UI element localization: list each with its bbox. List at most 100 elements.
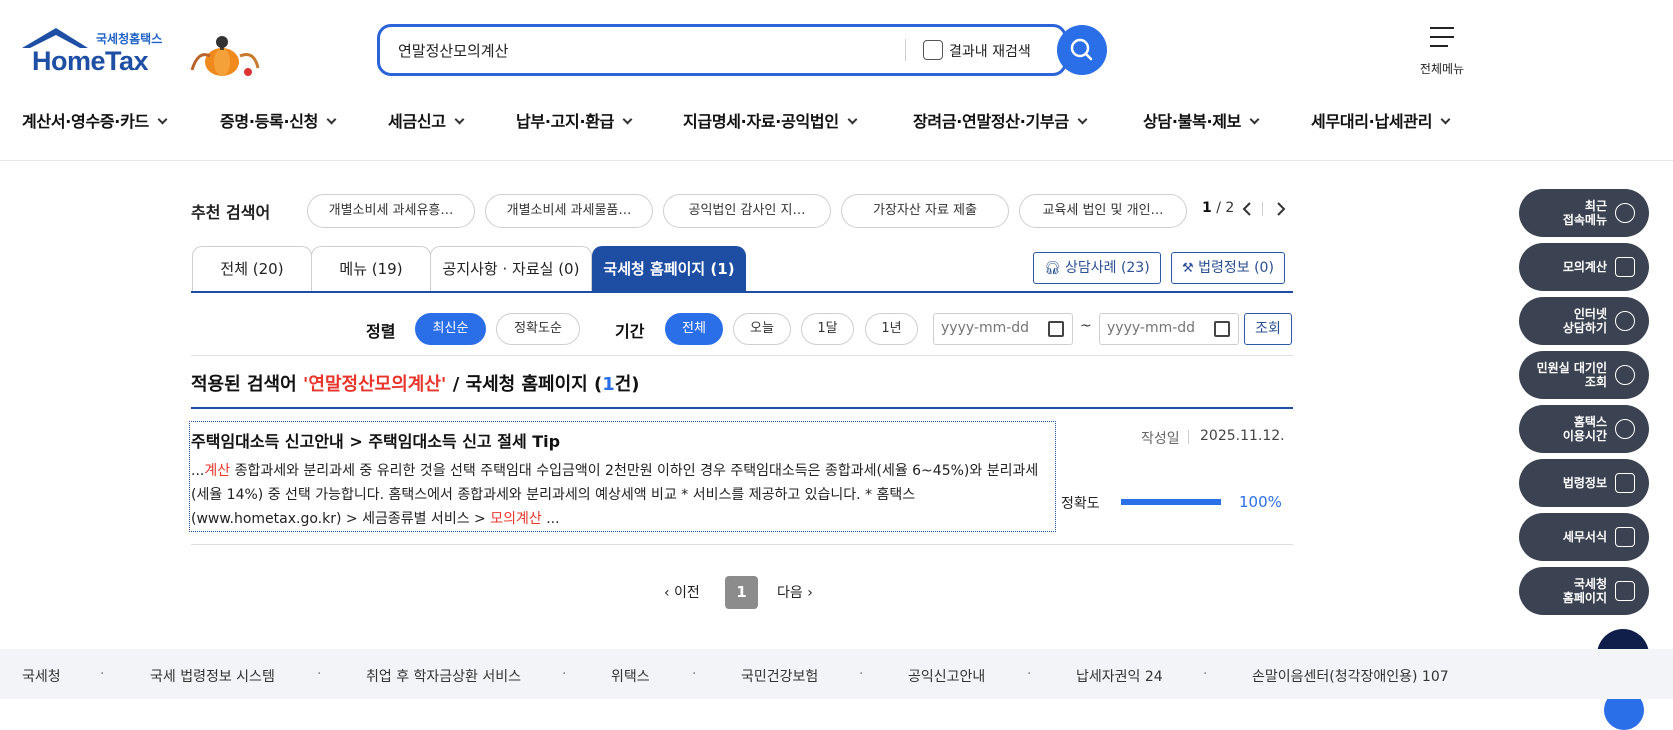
end-date-input[interactable] bbox=[1107, 320, 1207, 336]
search-input[interactable] bbox=[398, 38, 878, 62]
footer-link[interactable]: 공익신고안내 bbox=[908, 666, 985, 686]
footer-dot: · bbox=[317, 666, 322, 682]
pager-divider bbox=[1262, 202, 1263, 216]
headset-icon: 🎧︎ bbox=[1044, 261, 1061, 276]
result-date-label: 작성일 bbox=[1141, 431, 1180, 447]
gnb-item-statement[interactable]: 지급명세·자료·공익법인 bbox=[683, 108, 858, 132]
start-date-field[interactable] bbox=[933, 313, 1073, 345]
search-within-label[interactable]: 결과내 재검색 bbox=[949, 41, 1031, 61]
gavel-icon: ⚒ bbox=[1182, 261, 1194, 276]
chevron-down-icon bbox=[326, 114, 337, 125]
accuracy-label: 정확도 bbox=[1061, 496, 1100, 512]
tab-underline bbox=[191, 291, 1293, 293]
quick-waiting-count[interactable]: 민원실 대기인 조회 bbox=[1519, 351, 1649, 399]
headset-icon bbox=[1615, 311, 1635, 331]
law-info-button[interactable]: ⚒ 법령정보 (0) bbox=[1171, 252, 1285, 284]
alarm-icon bbox=[1615, 419, 1635, 439]
chevron-left-icon[interactable] bbox=[1240, 201, 1254, 217]
gnb-item-tax-agent[interactable]: 세무대리·납세관리 bbox=[1311, 108, 1451, 132]
sort-accuracy[interactable]: 정확도순 bbox=[496, 313, 580, 345]
recommended-chip[interactable]: 교육세 법인 및 개인… bbox=[1019, 194, 1187, 228]
applied-keyword: '연말정산모의계산' bbox=[302, 374, 447, 395]
recommended-page-current: 1 bbox=[1202, 200, 1212, 216]
applied-divider bbox=[191, 407, 1293, 409]
search-button[interactable] bbox=[1057, 25, 1107, 75]
period-label: 기간 bbox=[615, 322, 645, 341]
gnb-item-certificate[interactable]: 증명·등록·신청 bbox=[220, 108, 337, 132]
footer-dot: · bbox=[562, 666, 567, 682]
footer-dot: · bbox=[692, 666, 697, 682]
end-date-field[interactable] bbox=[1099, 313, 1239, 345]
recommended-chip[interactable]: 개별소비세 과세유흥… bbox=[307, 194, 475, 228]
gnb-item-tax-report[interactable]: 세금신고 bbox=[388, 108, 465, 132]
tab-all[interactable]: 전체 (20) bbox=[192, 246, 312, 292]
clock-icon bbox=[1615, 203, 1635, 223]
all-menu-button[interactable]: 전체메뉴 bbox=[1410, 22, 1474, 78]
period-all[interactable]: 전체 bbox=[665, 313, 723, 345]
tab-nts-homepage[interactable]: 국세청 홈페이지 (1) bbox=[592, 246, 746, 292]
hometax-logo[interactable]: 국세청홈택스 HomeTax bbox=[22, 26, 262, 78]
recommended-chip[interactable]: 공익법인 감사인 지… bbox=[663, 194, 831, 228]
quick-law-info[interactable]: 법령정보 bbox=[1519, 459, 1649, 507]
footer-dot: · bbox=[100, 666, 105, 682]
pagination-prev[interactable]: ‹ 이전 bbox=[664, 582, 700, 602]
quick-nts-homepage[interactable]: 국세청 홈페이지 bbox=[1519, 567, 1649, 615]
period-1year[interactable]: 1년 bbox=[865, 313, 918, 345]
footer-link[interactable]: 국민건강보험 bbox=[741, 666, 818, 686]
footer-link[interactable]: 국세 법령정보 시스템 bbox=[150, 666, 275, 686]
pagination-page-1[interactable]: 1 bbox=[725, 576, 758, 609]
gnb-item-consult[interactable]: 상담·불복·제보 bbox=[1143, 108, 1260, 132]
filter-divider bbox=[191, 355, 1293, 356]
accuracy-value: 100% bbox=[1239, 493, 1282, 511]
search-within-checkbox[interactable] bbox=[923, 40, 943, 60]
footer-dot: · bbox=[1027, 666, 1032, 682]
start-date-input[interactable] bbox=[941, 320, 1041, 336]
result-divider bbox=[191, 544, 1293, 545]
pagination-next[interactable]: 다음 › bbox=[777, 582, 813, 602]
all-menu-label: 전체메뉴 bbox=[1419, 62, 1465, 76]
result-title[interactable]: 주택임대소득 신고안내 > 주택임대소득 신고 절세 Tip bbox=[191, 428, 560, 452]
brand-text: HomeTax bbox=[32, 46, 149, 76]
period-today[interactable]: 오늘 bbox=[733, 313, 791, 345]
recommended-chip[interactable]: 개별소비세 과세물품… bbox=[485, 194, 653, 228]
period-1month[interactable]: 1달 bbox=[801, 313, 854, 345]
calendar-icon[interactable] bbox=[1214, 321, 1230, 337]
gnb-item-payment[interactable]: 납부·고지·환급 bbox=[516, 108, 633, 132]
gnb-item-incentive[interactable]: 장려금·연말정산·기부금 bbox=[913, 108, 1088, 132]
quick-tax-forms[interactable]: 세무서식 bbox=[1519, 513, 1649, 561]
search-icon bbox=[1070, 38, 1093, 61]
footer-dot: · bbox=[859, 666, 864, 682]
applied-keyword-heading: 적용된 검색어 '연말정산모의계산' / 국세청 홈페이지 (1건) bbox=[191, 374, 640, 395]
chevron-down-icon bbox=[1440, 114, 1451, 125]
accuracy-bar bbox=[1121, 499, 1221, 505]
gnb-divider bbox=[0, 160, 1673, 161]
quick-online-consult[interactable]: 인터넷 상담하기 bbox=[1519, 297, 1649, 345]
quick-service-hours[interactable]: 홈택스 이용시간 bbox=[1519, 405, 1649, 453]
footer-link[interactable]: 납세자권익 24 bbox=[1076, 666, 1163, 686]
recommended-title: 추천 검색어 bbox=[191, 203, 271, 222]
calendar-icon[interactable] bbox=[1048, 321, 1064, 337]
chevron-down-icon bbox=[847, 114, 858, 125]
quick-mock-calc[interactable]: 모의계산 bbox=[1519, 243, 1649, 291]
tab-menu[interactable]: 메뉴 (19) bbox=[311, 246, 431, 292]
tab-notice[interactable]: 공지사항 · 자료실 (0) bbox=[430, 246, 592, 292]
recommended-pager: 1 / 2 bbox=[1202, 200, 1234, 216]
chevron-down-icon bbox=[454, 114, 465, 125]
brand-small-text: 국세청홈택스 bbox=[96, 32, 163, 46]
result-date-divider bbox=[1188, 430, 1189, 444]
filter-search-button[interactable]: 조회 bbox=[1244, 313, 1292, 345]
recommended-chip[interactable]: 가장자산 자료 제출 bbox=[841, 194, 1009, 228]
calculator-icon bbox=[1615, 257, 1635, 277]
footer-link[interactable]: 위택스 bbox=[611, 666, 650, 686]
footer-link[interactable]: 손말이음센터(청각장애인용) 107 bbox=[1252, 666, 1449, 686]
gnb-item-invoice[interactable]: 계산서·영수증·카드 bbox=[22, 108, 168, 132]
quick-recent-menu[interactable]: 최근 접속메뉴 bbox=[1519, 189, 1649, 237]
sort-latest[interactable]: 최신순 bbox=[415, 313, 486, 345]
consult-cases-button[interactable]: 🎧︎ 상담사례 (23) bbox=[1033, 252, 1161, 284]
result-count: 1 bbox=[602, 374, 615, 395]
footer-link[interactable]: 취업 후 학자금상환 서비스 bbox=[366, 666, 521, 686]
chevron-right-icon[interactable] bbox=[1274, 201, 1288, 217]
footer-link[interactable]: 국세청 bbox=[22, 666, 61, 686]
result-item[interactable]: 주택임대소득 신고안내 > 주택임대소득 신고 절세 Tip ...계산 종합과… bbox=[189, 421, 1056, 532]
chevron-down-icon bbox=[157, 114, 168, 125]
